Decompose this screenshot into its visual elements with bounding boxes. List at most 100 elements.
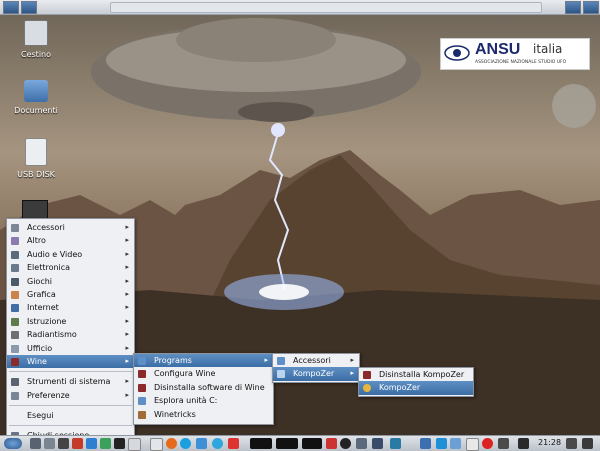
launcher-dark-icon[interactable]	[114, 438, 125, 449]
menu-item-label: Altro	[27, 236, 46, 246]
tray-blue-icon[interactable]	[436, 438, 447, 449]
show-desktop-icon[interactable]	[30, 438, 41, 449]
launcher-red2-icon[interactable]	[326, 438, 337, 449]
menu-item-label: Ufficio	[27, 343, 53, 353]
menu-item-label: Esplora unità C:	[154, 396, 218, 406]
gmail-icon[interactable]	[228, 438, 239, 449]
bottom-panel: 21:28	[0, 435, 600, 451]
menu-item-preferenze[interactable]: Preferenze ▸	[7, 389, 134, 402]
menu-item-esegui[interactable]: Esegui	[7, 409, 134, 422]
skype-icon[interactable]	[180, 438, 191, 449]
menu-separator	[9, 425, 132, 427]
top-taskbar[interactable]	[110, 2, 542, 13]
keyboard-layout-icon[interactable]	[498, 438, 509, 449]
submenu-arrow-icon: ▸	[125, 276, 129, 285]
menu-item-elettronica[interactable]: Elettronica ▸	[7, 261, 134, 274]
start-menu-button[interactable]	[4, 438, 22, 449]
menu-item-programs-accessori[interactable]: Accessori ▸	[273, 354, 359, 367]
menu-item-label: Disinstalla KompoZer	[379, 370, 465, 379]
menu-item-radiantismo[interactable]: Radiantismo ▸	[7, 328, 134, 341]
wine-icon	[363, 371, 371, 379]
menu-item-altro[interactable]: Altro ▸	[7, 234, 134, 247]
notification-icon[interactable]	[582, 438, 593, 449]
kompozer-submenu: Disinstalla KompoZer KompoZer	[358, 367, 474, 397]
submenu-arrow-icon: ▸	[125, 343, 129, 352]
workspace-switcher-4[interactable]	[583, 1, 599, 14]
submenu-arrow-icon: ▸	[125, 303, 129, 312]
submenu-arrow-icon: ▸	[125, 377, 129, 386]
launcher-green-icon[interactable]	[100, 438, 111, 449]
network-icon[interactable]	[518, 438, 529, 449]
menu-item-strumenti-di-sistema[interactable]: Strumenti di sistema ▸	[7, 375, 134, 388]
ham-radio-icon	[11, 331, 19, 340]
menu-item-label: Istruzione	[27, 316, 67, 326]
submenu-arrow-icon: ▸	[125, 316, 129, 325]
menu-item-disinstalla-software[interactable]: Disinstalla software di Wine	[134, 381, 273, 394]
launcher-window-icon[interactable]	[150, 438, 163, 451]
submenu-arrow-icon: ▸	[125, 330, 129, 339]
top-panel	[0, 0, 600, 15]
menu-item-ufficio[interactable]: Ufficio ▸	[7, 342, 134, 355]
office-icon	[11, 344, 19, 353]
menu-item-label: Elettronica	[27, 263, 71, 273]
menu-item-wine[interactable]: Wine ▸	[7, 354, 134, 369]
menu-item-audio-video[interactable]: Audio e Video ▸	[7, 248, 134, 261]
menu-item-label: Disinstalla software di Wine	[154, 382, 265, 392]
menu-separator	[9, 371, 132, 373]
workspace-switcher-2[interactable]	[21, 1, 37, 14]
submenu-arrow-icon: ▸	[350, 356, 354, 364]
menu-item-giochi[interactable]: Giochi ▸	[7, 275, 134, 288]
media-player-icon[interactable]	[420, 438, 431, 449]
workspace-switcher-1[interactable]	[3, 1, 19, 14]
tray-white-icon[interactable]	[466, 438, 479, 451]
menu-item-grafica[interactable]: Grafica ▸	[7, 288, 134, 301]
menu-item-label: Audio e Video	[27, 249, 83, 259]
tray-blue2-icon[interactable]	[450, 438, 461, 449]
menu-item-configura-wine[interactable]: Configura Wine	[134, 367, 273, 380]
launcher-circle-icon[interactable]	[340, 438, 351, 449]
volume-icon[interactable]	[566, 438, 577, 449]
menu-item-accessori[interactable]: Accessori ▸	[7, 221, 134, 234]
launcher-blue2-icon[interactable]	[196, 438, 207, 449]
desktop-icon-usb[interactable]: USB DISK	[6, 138, 66, 179]
tray-red-icon[interactable]	[482, 438, 493, 449]
folder-icon	[138, 357, 146, 365]
usb-drive-icon	[25, 138, 47, 166]
launcher-navy-icon[interactable]	[372, 438, 383, 449]
submenu-arrow-icon: ▸	[125, 236, 129, 245]
terminal-icon[interactable]	[58, 438, 69, 449]
launcher-red-icon[interactable]	[72, 438, 83, 449]
partial-desktop-icon[interactable]	[22, 200, 48, 220]
submenu-arrow-icon: ▸	[125, 223, 129, 231]
menu-item-label: KompoZer	[379, 383, 421, 393]
menu-item-programs[interactable]: Programs ▸	[134, 354, 273, 368]
clock[interactable]: 21:28	[538, 438, 561, 447]
menu-item-programs-kompozer[interactable]: KompoZer ▸	[273, 367, 359, 381]
file-manager-icon[interactable]	[44, 438, 55, 449]
workspace-switcher-3[interactable]	[565, 1, 581, 14]
menu-item-kompozer-app[interactable]: KompoZer	[359, 381, 473, 395]
menu-item-istruzione[interactable]: Istruzione ▸	[7, 315, 134, 328]
preferences-icon	[11, 391, 19, 400]
menu-item-label: Grafica	[27, 289, 56, 299]
submenu-arrow-icon: ▸	[350, 369, 354, 378]
desktop-icon-trash[interactable]: Cestino	[6, 20, 66, 59]
menu-item-esplora-unita-c[interactable]: Esplora unità C:	[134, 394, 273, 407]
taskbar-window-1[interactable]	[250, 438, 272, 449]
firefox-icon[interactable]	[166, 438, 177, 449]
menu-item-internet[interactable]: Internet ▸	[7, 301, 134, 314]
launcher-teal-icon[interactable]	[390, 438, 401, 449]
menu-item-winetricks[interactable]: Winetricks	[134, 408, 273, 421]
taskbar-window-2[interactable]	[276, 438, 298, 449]
launcher-grey-icon[interactable]	[128, 438, 141, 451]
desktop-icon-documents[interactable]: Documenti	[6, 80, 66, 115]
launcher-blue-icon[interactable]	[86, 438, 97, 449]
submenu-arrow-icon: ▸	[125, 289, 129, 298]
telegram-icon[interactable]	[212, 438, 223, 449]
taskbar-window-3[interactable]	[302, 438, 322, 449]
winetricks-icon	[138, 410, 146, 419]
menu-item-label: Giochi	[27, 276, 53, 286]
menu-item-disinstalla-kompozer[interactable]: Disinstalla KompoZer	[359, 368, 473, 381]
system-tools-icon	[11, 378, 19, 387]
launcher-slate-icon[interactable]	[356, 438, 367, 449]
